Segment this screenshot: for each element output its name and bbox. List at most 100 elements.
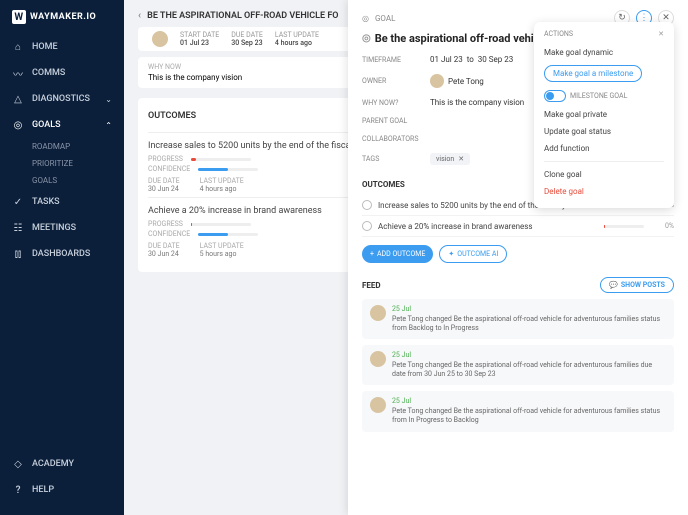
chevron-down-icon: ⌄: [105, 95, 112, 104]
nav-diagnostics[interactable]: △ DIAGNOSTICS ⌄: [0, 86, 124, 112]
action-clone-goal[interactable]: Clone goal: [544, 166, 664, 183]
timeframe-to: 30 Sep 23: [478, 55, 513, 64]
calendar-icon: ☷: [12, 222, 24, 234]
outcome-text: Achieve a 20% increase in brand awarenes…: [378, 222, 532, 231]
drawer-add-outcome-button[interactable]: +ADD OUTCOME: [362, 245, 433, 263]
upd-label: LAST UPDATE: [200, 177, 244, 185]
actions-popover: ACTIONS ✕ Make goal dynamic Make goal a m…: [534, 22, 674, 208]
last-update-label: LAST UPDATE: [275, 31, 319, 39]
parent-goal-label: PARENT GOAL: [362, 117, 430, 125]
nav-meetings-label: MEETINGS: [32, 223, 76, 233]
chat-icon: 💬: [609, 281, 618, 289]
radio-icon[interactable]: [362, 200, 372, 210]
badge-icon: ◇: [12, 458, 24, 470]
confidence-label: CONFIDENCE: [148, 165, 190, 173]
nav-academy-label: ACADEMY: [32, 459, 74, 469]
upd-value: 4 hours ago: [200, 185, 244, 193]
nav-help-label: HELP: [32, 485, 54, 495]
add-outcome-label: ADD OUTCOME: [377, 250, 425, 258]
brand-text: WAYMAKER.IO: [30, 12, 96, 22]
nav-meetings[interactable]: ☷ MEETINGS: [0, 215, 124, 241]
subnav-prioritize[interactable]: PRIORITIZE: [0, 155, 124, 172]
due-date-label: DUE DATE: [231, 31, 263, 39]
feed-item: 25 Jul Pete Tong changed Be the aspiratio…: [362, 299, 674, 339]
activity-icon: 〰: [12, 67, 24, 79]
outcome-ai-button[interactable]: ✦OUTCOME AI: [439, 245, 507, 263]
chevron-left-icon[interactable]: ‹: [138, 10, 141, 21]
confidence-bar: [198, 233, 258, 236]
nav-tasks[interactable]: ✓TASKS: [0, 189, 124, 215]
last-update-value: 4 hours ago: [275, 39, 319, 47]
upd-label: LAST UPDATE: [200, 242, 244, 250]
nav-dashboards-label: DASHBOARDS: [32, 249, 90, 259]
nav-diagnostics-label: DIAGNOSTICS: [32, 94, 90, 104]
timeframe-to-label: to: [467, 55, 474, 64]
nav-dashboards[interactable]: ⫾⫾ DASHBOARDS: [0, 241, 124, 267]
progress-label: PROGRESS: [148, 155, 183, 163]
tag-text: vision: [436, 155, 454, 163]
due-value: 30 Jun 24: [148, 250, 180, 258]
milestone-goal-label: MILESTONE GOAL: [570, 92, 627, 100]
progress-bar: [191, 158, 251, 161]
plus-icon: +: [370, 250, 374, 258]
feed-item: 25 JulPete Tong changed Be the aspiratio…: [362, 391, 674, 431]
nav-help[interactable]: ?HELP: [0, 477, 124, 503]
start-date-value: 01 Jul 23: [180, 39, 219, 47]
feed-heading: FEED: [362, 281, 381, 290]
actions-heading: ACTIONS: [544, 30, 573, 38]
timeframe-label: TIMEFRAME: [362, 56, 430, 64]
action-delete-goal[interactable]: Delete goal: [544, 183, 664, 200]
subnav-goals[interactable]: GOALS: [0, 172, 124, 189]
drawer-outcome-row[interactable]: Achieve a 20% increase in brand awarenes…: [362, 216, 674, 237]
home-icon: ⌂: [12, 41, 24, 53]
show-posts-button[interactable]: 💬SHOW POSTS: [600, 277, 674, 293]
feed-date: 25 Jul: [392, 305, 666, 313]
tag-chip[interactable]: vision ✕: [430, 153, 470, 165]
logo[interactable]: W WAYMAKER.IO: [0, 0, 124, 34]
chevron-up-icon: ⌃: [105, 121, 112, 130]
feed-text: Pete Tong changed Be the aspirational of…: [392, 315, 666, 333]
target-icon: ◎: [362, 14, 369, 23]
remove-tag-icon[interactable]: ✕: [458, 155, 464, 163]
radio-icon[interactable]: [362, 221, 372, 231]
feed-avatar: [370, 397, 386, 413]
subnav-roadmap[interactable]: ROADMAP: [0, 138, 124, 155]
close-actions-icon[interactable]: ✕: [658, 30, 664, 38]
due-date-value: 30 Sep 23: [231, 39, 263, 47]
owner-name: Pete Tong: [448, 77, 484, 86]
due-label: DUE DATE: [148, 177, 180, 185]
action-update-status[interactable]: Update goal status: [544, 123, 664, 140]
outcomes-heading: OUTCOMES: [362, 180, 405, 189]
owner-avatar: [430, 74, 444, 88]
nav-goals-label: GOALS: [32, 120, 61, 130]
target-icon: ◎: [362, 33, 371, 44]
upd-value: 5 hours ago: [200, 250, 244, 258]
nav-comms[interactable]: 〰COMMS: [0, 60, 124, 86]
progress-label: PROGRESS: [148, 220, 183, 228]
milestone-goal-toggle-row: MILESTONE GOAL: [544, 90, 664, 102]
why-text: This is the company vision: [430, 98, 524, 107]
owner-avatar[interactable]: [152, 31, 168, 47]
collaborators-label: COLLABORATORS: [362, 135, 430, 143]
action-make-milestone[interactable]: Make goal a milestone: [544, 65, 642, 82]
nav-home[interactable]: ⌂ HOME: [0, 34, 124, 60]
nav-home-label: HOME: [32, 42, 58, 52]
confidence-label: CONFIDENCE: [148, 230, 190, 238]
warning-icon: △: [12, 93, 24, 105]
show-posts-label: SHOW POSTS: [621, 281, 665, 289]
ai-icon: ✦: [448, 250, 454, 258]
nav-goals[interactable]: ◎GOALS⌃: [0, 112, 124, 138]
milestone-toggle[interactable]: [544, 90, 566, 102]
chart-icon: ⫾⫾: [12, 248, 24, 260]
action-make-dynamic[interactable]: Make goal dynamic: [544, 44, 664, 61]
feed-date: 25 Jul: [392, 351, 666, 359]
action-make-private[interactable]: Make goal private: [544, 106, 664, 123]
sidebar: W WAYMAKER.IO ⌂ HOME 〰COMMS △ DIAGNOSTICS ⌄…: [0, 0, 124, 515]
goal-drawer: ◎ GOAL ↻ ⋮ ✕ ◎Be the aspirational off-ro…: [348, 0, 688, 515]
nav-academy[interactable]: ◇ ACADEMY: [0, 451, 124, 477]
why-label: WHY NOW?: [362, 99, 430, 107]
timeframe-from: 01 Jul 23: [430, 55, 463, 64]
action-add-function[interactable]: Add function: [544, 140, 664, 157]
nav-tasks-label: TASKS: [32, 197, 60, 207]
feed-avatar: [370, 305, 386, 321]
